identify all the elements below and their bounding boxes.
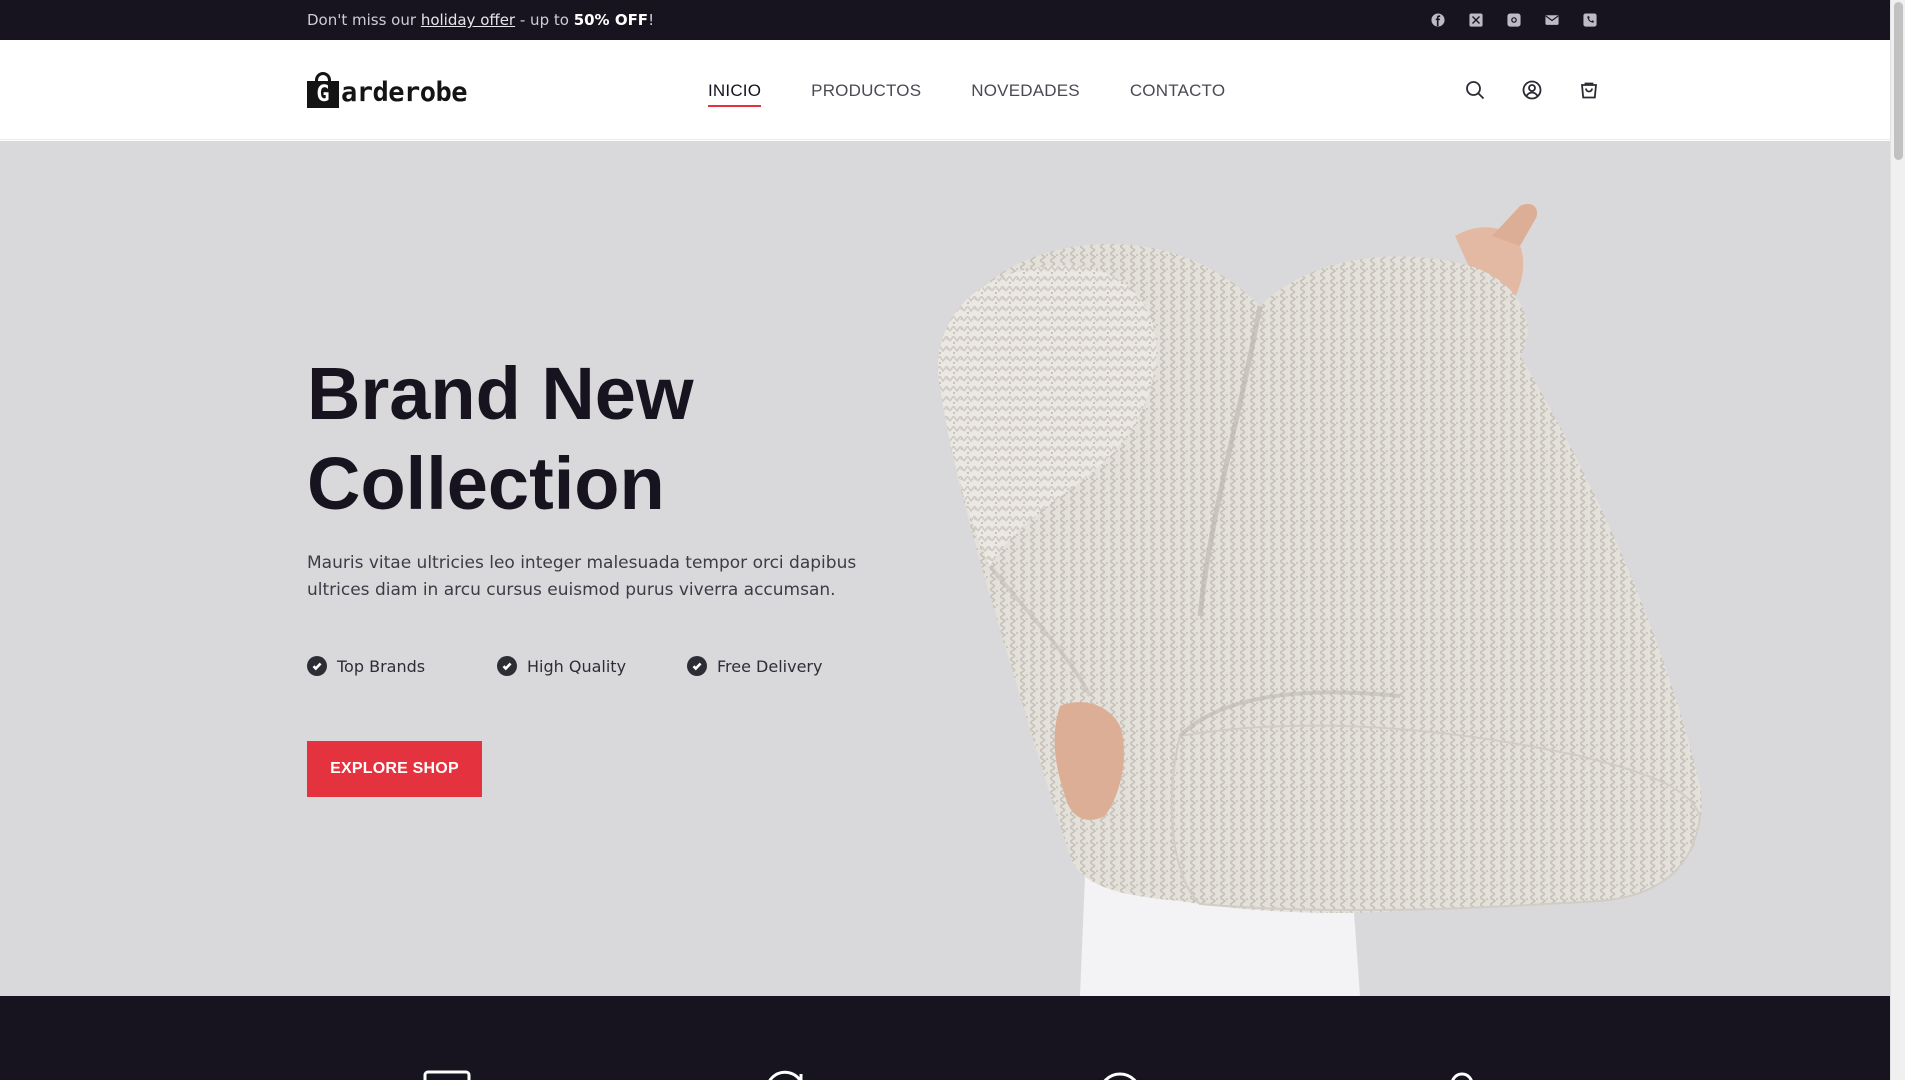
logo-text: arderobe [341,77,468,108]
facebook-icon[interactable] [1430,12,1446,28]
refresh-icon [761,1070,809,1080]
nav-item-novedades[interactable]: NOVEDADES [971,81,1080,107]
scrollbar-thumb[interactable] [1894,2,1903,160]
instagram-icon[interactable] [1506,12,1522,28]
nav-item-contacto[interactable]: CONTACTO [1130,81,1225,107]
card-icon [423,1070,471,1080]
feature-item: High Quality [497,656,687,676]
header-actions [1465,80,1599,100]
explore-shop-button[interactable]: EXPLORE SHOP [307,741,482,797]
nav-item-productos[interactable]: PRODUCTOS [811,81,921,107]
promo-middle: - up to [515,11,574,29]
shopping-bag-logo-icon: G [307,72,339,108]
account-icon[interactable] [1522,80,1542,100]
social-links [1430,12,1598,28]
nav-item-inicio[interactable]: INICIO [708,81,762,107]
check-circle-icon [307,656,327,676]
hero-description: Mauris vitae ultricies leo integer males… [307,553,857,600]
promo-text: Don't miss our holiday offer - up to 50%… [307,11,654,29]
hero-section: Brand New Collection Mauris vitae ultric… [0,141,1905,996]
search-icon[interactable] [1465,80,1485,100]
x-icon[interactable] [1468,12,1484,28]
main-nav: INICIO PRODUCTOS NOVEDADES CONTACTO [708,81,1225,107]
feature-label: High Quality [527,656,627,676]
top-bar: Don't miss our holiday offer - up to 50%… [0,0,1905,40]
page: Don't miss our holiday offer - up to 50%… [0,0,1905,1080]
check-circle-icon [497,656,517,676]
feature-label: Top Brands [337,656,426,676]
feature-item: Top Brands [307,656,497,676]
page-scrollbar[interactable] [1890,0,1905,1080]
site-header: G arderobe INICIO PRODUCTOS NOVEDADES CO… [0,40,1905,140]
phone-icon[interactable] [1582,12,1598,28]
cart-icon[interactable] [1579,80,1599,100]
hero-title-line2: Collection [307,442,665,525]
promo-suffix: ! [648,11,655,29]
hero-title-line1: Brand New [307,352,694,435]
feature-label: Free Delivery [717,656,823,676]
support-icon [1096,1070,1144,1080]
services-band [0,996,1905,1080]
feature-list: Top Brands High Quality Free Delivery [307,656,877,676]
feature-item: Free Delivery [687,656,877,676]
promo-discount: 50% OFF [573,11,649,29]
hero-title: Brand New Collection [307,349,1007,529]
sweater-model-image [938,203,1702,996]
mail-icon[interactable] [1544,12,1560,28]
promo-prefix: Don't miss our [307,11,421,29]
holiday-offer-link[interactable]: holiday offer [421,11,515,29]
check-circle-icon [687,656,707,676]
location-icon [1438,1070,1486,1080]
logo[interactable]: G arderobe [307,72,468,108]
